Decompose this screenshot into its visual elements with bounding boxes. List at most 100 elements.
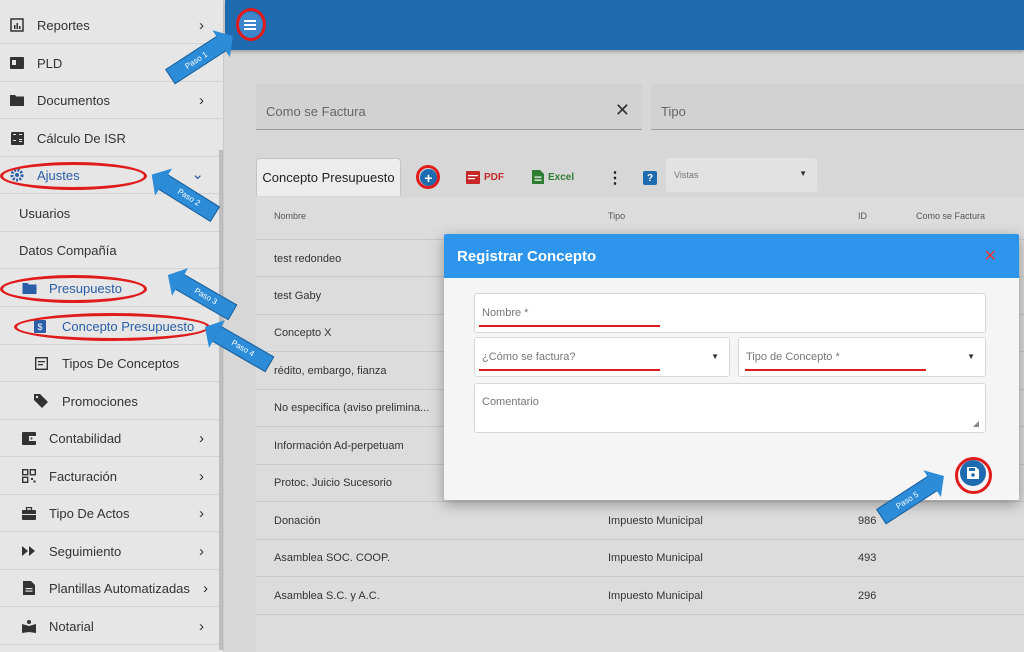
dialog-title: Registrar Concepto: [457, 248, 597, 265]
sidebar-item-contabilidad[interactable]: Contabilidad ›: [0, 420, 222, 457]
excel-icon: [532, 170, 544, 184]
comentario-placeholder: Comentario: [482, 396, 539, 408]
tipo-concepto-placeholder: Tipo de Concepto *: [746, 351, 840, 363]
dropdown-arrow-icon: ▼: [967, 352, 975, 361]
sidebar-item-label: Plantillas Automatizadas: [49, 580, 190, 596]
cell-id: 296: [858, 590, 877, 602]
sidebar-item-promociones[interactable]: Promociones: [0, 383, 222, 420]
chevron-down-icon: ⌄: [191, 166, 204, 183]
cell-tipo: Impuesto Municipal: [608, 515, 703, 527]
filter-placeholder: Tipo: [661, 104, 686, 119]
step-arrow-label: Paso 4: [229, 338, 257, 360]
cell-nombre: rédito, embargo, fianza: [274, 365, 387, 377]
tipo-concepto-highlight-line: [745, 369, 926, 371]
close-icon[interactable]: ✕: [984, 246, 997, 266]
cell-nombre: Protoc. Juicio Sucesorio: [274, 477, 392, 489]
tipo-filter[interactable]: Tipo: [651, 84, 1024, 130]
comentario-textarea[interactable]: Comentario ◢: [474, 383, 986, 433]
column-header-id[interactable]: ID: [858, 211, 867, 221]
table-row[interactable]: Asamblea SOC. COOP. Impuesto Municipal 4…: [256, 539, 1024, 577]
registrar-concepto-dialog: Registrar Concepto ✕ Nombre * ¿Cómo se f…: [444, 234, 1019, 500]
views-select[interactable]: Vistas ▼: [666, 158, 817, 192]
chevron-right-icon: ›: [199, 504, 204, 522]
sidebar-item-label: PLD: [37, 55, 63, 71]
cell-nombre: Donación: [274, 515, 321, 527]
chevron-right-icon: ›: [199, 617, 204, 635]
chevron-right-icon: ›: [199, 429, 204, 447]
filter-placeholder: Como se Factura: [266, 104, 366, 119]
add-button-highlight-ring: [416, 165, 440, 189]
nombre-field[interactable]: Nombre *: [474, 293, 986, 333]
cell-id: 986: [858, 515, 877, 527]
sidebar-item-datos-compania[interactable]: Datos Compañía: [0, 232, 222, 269]
menu-highlight-ring: [236, 8, 266, 41]
como-se-factura-placeholder: ¿Cómo se factura?: [482, 351, 576, 363]
sidebar-item-tipos-conceptos[interactable]: Tipos De Conceptos: [0, 345, 222, 382]
chevron-right-icon: ›: [203, 579, 208, 597]
sidebar-item-label: Contabilidad: [49, 430, 122, 446]
pdf-export-button[interactable]: PDF: [466, 171, 504, 184]
save-button-highlight-ring: [955, 457, 992, 494]
sidebar-item-label: Notarial: [49, 618, 94, 634]
table-row[interactable]: Asamblea S.C. y A.C. Impuesto Municipal …: [256, 577, 1024, 615]
id-card-icon: [9, 55, 25, 71]
sidebar-item-label: Documentos: [37, 92, 110, 108]
sidebar-item-label: Tipos De Conceptos: [62, 355, 180, 371]
clear-icon[interactable]: ✕: [615, 100, 630, 121]
sidebar-item-plantillas[interactable]: Plantillas Automatizadas ›: [0, 570, 222, 607]
views-placeholder: Vistas: [674, 170, 699, 180]
sidebar-item-documentos[interactable]: Documentos ›: [0, 82, 222, 119]
sidebar-item-calculo-isr[interactable]: Cálculo De ISR: [0, 120, 222, 157]
column-header-nombre[interactable]: Nombre: [274, 211, 306, 221]
sidebar-item-label: Seguimiento: [49, 543, 122, 559]
dropdown-arrow-icon: ▼: [711, 352, 719, 361]
nombre-placeholder: Nombre *: [482, 307, 529, 319]
tab-concepto-presupuesto[interactable]: Concepto Presupuesto: [256, 158, 401, 196]
column-header-tipo[interactable]: Tipo: [608, 211, 625, 221]
sidebar-item-notarial[interactable]: Notarial ›: [0, 608, 222, 645]
presupuesto-highlight-ring: [0, 275, 147, 303]
dropdown-arrow-icon: ▼: [799, 169, 807, 178]
tag-icon: [33, 393, 49, 409]
sidebar-scrollbar[interactable]: [219, 150, 223, 650]
cell-nombre: Asamblea S.C. y A.C.: [274, 590, 380, 602]
sidebar-item-label: Cálculo De ISR: [37, 130, 126, 146]
tipo-concepto-select[interactable]: Tipo de Concepto * ▼: [738, 337, 986, 377]
qr-icon: [21, 468, 37, 484]
chevron-right-icon: ›: [199, 467, 204, 485]
sidebar-item-seguimiento[interactable]: Seguimiento ›: [0, 533, 222, 570]
sidebar-item-label: Usuarios: [19, 205, 71, 221]
cell-nombre: Concepto X: [274, 327, 332, 339]
sidebar-item-facturacion[interactable]: Facturación ›: [0, 458, 222, 495]
list-icon: [33, 355, 49, 371]
sidebar-item-label: Tipo De Actos: [49, 505, 130, 521]
como-se-factura-select[interactable]: ¿Cómo se factura? ▼: [474, 337, 730, 377]
sidebar-item-label: Promociones: [62, 393, 138, 409]
help-icon[interactable]: ?: [643, 171, 657, 185]
more-options-icon[interactable]: ⋮: [607, 168, 623, 188]
resize-handle-icon[interactable]: ◢: [973, 419, 979, 428]
sidebar-item-reportes[interactable]: Reportes ›: [0, 7, 222, 44]
cell-tipo: Impuesto Municipal: [608, 590, 703, 602]
cell-nombre: test Gaby: [274, 290, 322, 302]
como-se-factura-highlight-line: [479, 369, 660, 371]
chart-icon: [9, 17, 25, 33]
briefcase-icon: [21, 505, 37, 521]
sidebar-item-tipo-actos[interactable]: Tipo De Actos ›: [0, 495, 222, 532]
cell-nombre: Información Ad-perpetuam: [274, 440, 404, 452]
nombre-highlight-line: [479, 325, 660, 327]
como-se-factura-filter[interactable]: Como se Factura ✕: [256, 84, 642, 130]
document-icon: [21, 580, 37, 596]
folder-icon: [9, 92, 25, 108]
chevron-right-icon: ›: [199, 542, 204, 560]
excel-export-button[interactable]: Excel: [532, 170, 574, 184]
chevron-right-icon: ›: [199, 16, 204, 34]
cell-id: 493: [858, 552, 877, 564]
cell-nombre: Asamblea SOC. COOP.: [274, 552, 390, 564]
calculator-icon: [9, 130, 25, 146]
top-app-bar: [225, 0, 1024, 50]
sidebar-item-label: Facturación: [49, 468, 117, 484]
excel-label: Excel: [548, 171, 575, 183]
concepto-presupuesto-highlight-ring: [14, 313, 210, 341]
column-header-como-se-factura[interactable]: Como se Factura: [916, 211, 985, 221]
